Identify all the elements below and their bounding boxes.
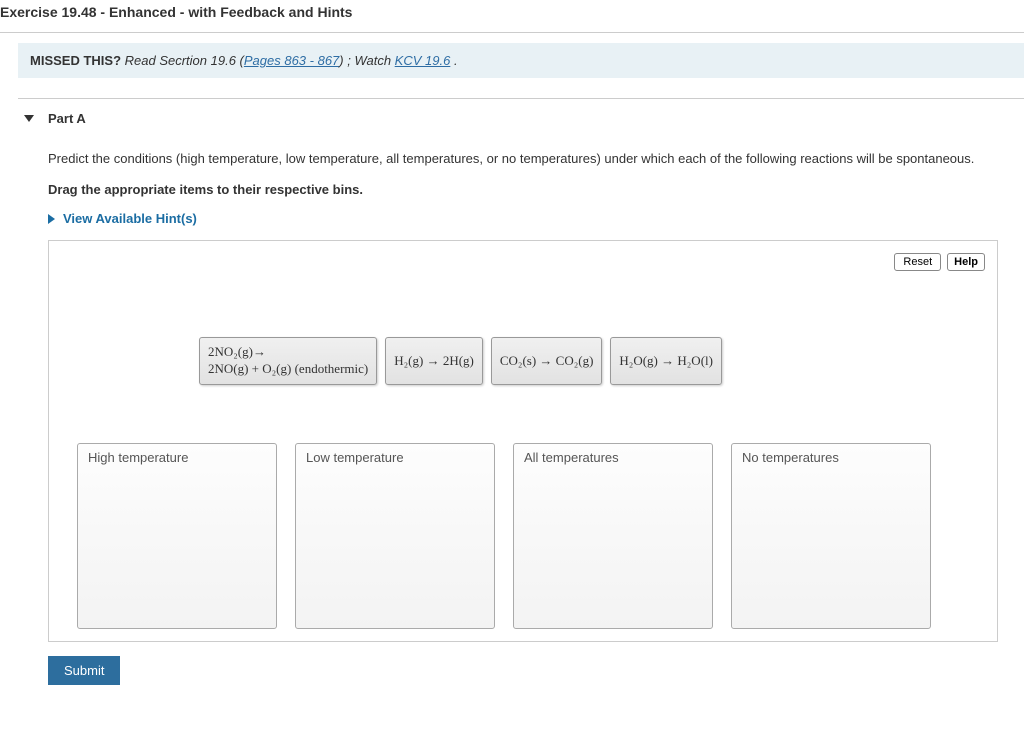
reset-button[interactable]: Reset xyxy=(894,253,941,271)
submit-button[interactable]: Submit xyxy=(48,656,120,685)
part-container: Part A Predict the conditions (high temp… xyxy=(18,98,1024,685)
bin-low-temp[interactable]: Low temperature xyxy=(295,443,495,629)
item-line1: H₂(g) → 2H(g) xyxy=(394,353,474,370)
chevron-right-icon xyxy=(48,214,55,224)
draggable-item[interactable]: CO₂(s) → CO₂(g) xyxy=(491,337,603,385)
workspace-buttons: Reset Help xyxy=(894,253,985,271)
tail: . xyxy=(450,53,457,68)
page-title: Exercise 19.48 - Enhanced - with Feedbac… xyxy=(0,0,1024,33)
prompt-text: Predict the conditions (high temperature… xyxy=(48,150,1024,168)
hints-toggle[interactable]: View Available Hint(s) xyxy=(48,211,1024,226)
instruction-text: Drag the appropriate items to their resp… xyxy=(48,182,1024,197)
read-prefix: Read Secrtion 19.6 ( xyxy=(125,53,244,68)
item-line1: H₂O(g) → H₂O(l) xyxy=(619,353,713,370)
workspace: Reset Help 2NO₂(g)→ 2NO(g) + O₂(g) (endo… xyxy=(48,240,998,642)
part-header[interactable]: Part A xyxy=(18,99,1024,138)
help-button[interactable]: Help xyxy=(947,253,985,271)
item-line1: CO₂(s) → CO₂(g) xyxy=(500,353,594,370)
draggable-items-row: 2NO₂(g)→ 2NO(g) + O₂(g) (endothermic) H₂… xyxy=(199,337,722,385)
bin-high-temp[interactable]: High temperature xyxy=(77,443,277,629)
missed-text: Read Secrtion 19.6 (Pages 863 - 867) ; W… xyxy=(125,53,458,68)
draggable-item[interactable]: 2NO₂(g)→ 2NO(g) + O₂(g) (endothermic) xyxy=(199,337,377,385)
missed-label: MISSED THIS? xyxy=(30,53,121,68)
item-line2: 2NO(g) + O₂(g) (endothermic) xyxy=(208,361,368,378)
missed-banner: MISSED THIS? Read Secrtion 19.6 (Pages 8… xyxy=(18,43,1024,78)
read-suffix: ) ; Watch xyxy=(339,53,394,68)
draggable-item[interactable]: H₂(g) → 2H(g) xyxy=(385,337,483,385)
item-line1: 2NO₂(g)→ xyxy=(208,344,368,361)
hints-label: View Available Hint(s) xyxy=(63,211,197,226)
bins-row: High temperature Low temperature All tem… xyxy=(77,443,931,629)
part-body: Predict the conditions (high temperature… xyxy=(18,138,1024,685)
bin-all-temp[interactable]: All temperatures xyxy=(513,443,713,629)
bin-no-temp[interactable]: No temperatures xyxy=(731,443,931,629)
draggable-item[interactable]: H₂O(g) → H₂O(l) xyxy=(610,337,722,385)
pages-link[interactable]: Pages 863 - 867 xyxy=(244,53,339,68)
chevron-down-icon xyxy=(24,115,34,122)
part-title: Part A xyxy=(48,111,86,126)
watch-link[interactable]: KCV 19.6 xyxy=(395,53,451,68)
